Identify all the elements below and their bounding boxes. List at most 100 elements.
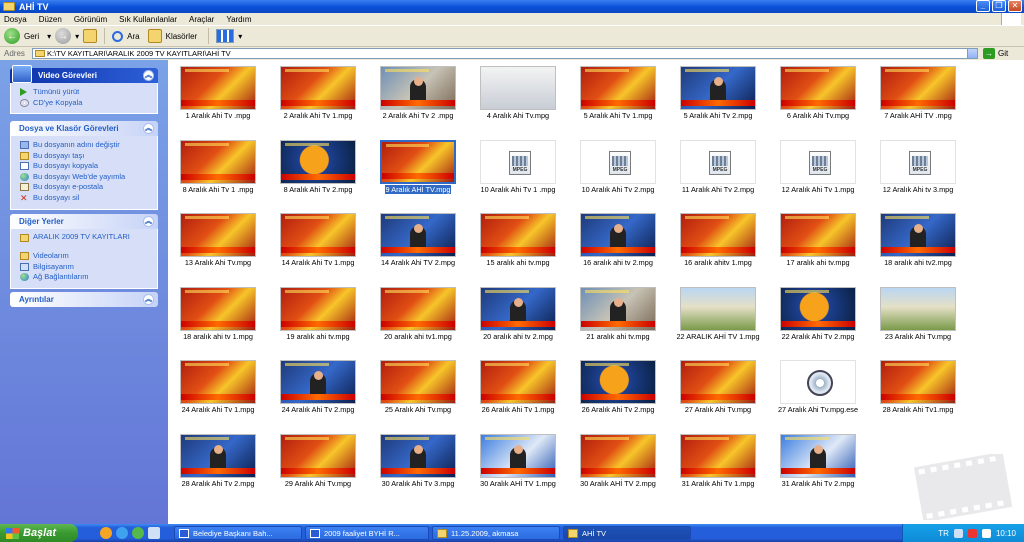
- back-button-label[interactable]: Geri: [24, 32, 39, 41]
- file-item[interactable]: 20 aralık ahi tv1.mpg: [368, 281, 468, 354]
- collapse-chevron-icon[interactable]: ︽: [143, 123, 154, 134]
- taskbar-item-document[interactable]: Belediye Başkanı Bah...: [174, 526, 302, 540]
- views-dropdown-icon[interactable]: ▾: [238, 32, 242, 41]
- folders-button-label[interactable]: Klasörler: [166, 32, 198, 41]
- task-rename[interactable]: Bu dosyanın adını değiştir: [20, 140, 157, 151]
- task-delete[interactable]: ✕ Bu dosyayı sil: [20, 193, 157, 204]
- file-item[interactable]: 24 Aralık Ahi Tv 1.mpg: [168, 354, 268, 427]
- file-item[interactable]: 18 aralık ahi tv2.mpg: [868, 207, 968, 280]
- file-item[interactable]: MPEG 12 Aralık Ahi Tv 1.mpg: [768, 134, 868, 207]
- up-folder-icon[interactable]: [83, 29, 98, 43]
- show-desktop-icon[interactable]: [148, 527, 160, 539]
- language-indicator[interactable]: TR: [938, 529, 949, 538]
- task-copy-to-cd[interactable]: CD'ye Kopyala: [20, 98, 157, 109]
- file-item[interactable]: 8 Aralık Ahi Tv 1 .mpg: [168, 134, 268, 207]
- expand-chevron-icon[interactable]: ︽: [143, 294, 154, 305]
- file-item[interactable]: 18 aralık ahi tv 1.mpg: [168, 281, 268, 354]
- antivirus-tray-icon[interactable]: [967, 528, 977, 538]
- file-item[interactable]: 9 Aralık AHİ TV.mpg: [368, 134, 468, 207]
- start-button[interactable]: Başlat: [0, 524, 78, 542]
- media-player-icon[interactable]: [100, 527, 112, 539]
- file-item[interactable]: 30 Aralık Ahi Tv 3.mpg: [368, 428, 468, 501]
- taskbar-item-ahi-tv[interactable]: AHİ TV: [563, 526, 691, 540]
- file-item[interactable]: MPEG 10 Aralık Ahi Tv 1 .mpg: [468, 134, 568, 207]
- file-item[interactable]: 22 ARALIK AHİ TV 1.mpg: [668, 281, 768, 354]
- file-item[interactable]: 14 Aralık Ahi Tv 1.mpg: [268, 207, 368, 280]
- menu-edit[interactable]: Düzen: [39, 15, 62, 24]
- search-button-label[interactable]: Ara: [127, 32, 139, 41]
- file-item[interactable]: 24 Aralık Ahi Tv 2.mpg: [268, 354, 368, 427]
- task-copy[interactable]: Bu dosyayı kopyala: [20, 161, 157, 172]
- file-item[interactable]: 29 Aralık Ahi Tv.mpg: [268, 428, 368, 501]
- go-button[interactable]: → Git: [983, 48, 1008, 59]
- file-item[interactable]: 1 Aralık Ahi Tv .mpg: [168, 60, 268, 133]
- file-item[interactable]: 14 Aralık Ahi TV 2.mpg: [368, 207, 468, 280]
- taskbar-item-folder[interactable]: 11.25.2009, akmasa: [432, 526, 560, 540]
- place-parent-folder[interactable]: ARALIK 2009 TV KAYITLARI: [20, 232, 140, 251]
- file-item[interactable]: 26 Aralık Ahi Tv 2.mpg: [568, 354, 668, 427]
- file-item[interactable]: 5 Aralık Ahi Tv 1.mpg: [568, 60, 668, 133]
- back-dropdown-icon[interactable]: ▾: [47, 32, 51, 41]
- menu-file[interactable]: Dosya: [4, 15, 27, 24]
- file-item[interactable]: 27 Aralık Ahi Tv.mpg.ese: [768, 354, 868, 427]
- file-item[interactable]: 19 aralık ahi tv.mpg: [268, 281, 368, 354]
- file-item[interactable]: 2 Aralık Ahi Tv 2 .mpg: [368, 60, 468, 133]
- task-email[interactable]: Bu dosyayı e-postala: [20, 182, 157, 193]
- file-item[interactable]: 30 Aralık AHİ TV 1.mpg: [468, 428, 568, 501]
- file-item[interactable]: 21 aralık ahi tv.mpg: [568, 281, 668, 354]
- file-item[interactable]: 4 Aralık Ahi Tv.mpg: [468, 60, 568, 133]
- file-item[interactable]: MPEG 11 Aralık Ahi Tv 2.mpg: [668, 134, 768, 207]
- file-item[interactable]: 23 Aralık Ahi Tv.mpg: [868, 281, 968, 354]
- search-icon[interactable]: [112, 30, 124, 42]
- file-item[interactable]: 17 aralık ahi tv.mpg: [768, 207, 868, 280]
- clock[interactable]: 10:10: [996, 529, 1016, 538]
- file-item[interactable]: 16 aralık ahi tv 2.mpg: [568, 207, 668, 280]
- volume-tray-icon[interactable]: [981, 528, 991, 538]
- file-item[interactable]: 8 Aralık Ahi Tv 2.mpg: [268, 134, 368, 207]
- file-item[interactable]: 2 Aralık Ahi Tv 1.mpg: [268, 60, 368, 133]
- file-item[interactable]: MPEG 12 Aralık Ahi tv 3.mpg: [868, 134, 968, 207]
- file-item[interactable]: 22 Aralık Ahi Tv 2.mpg: [768, 281, 868, 354]
- place-network[interactable]: Ağ Bağlantılarım: [20, 272, 157, 283]
- file-view[interactable]: 1 Aralık Ahi Tv .mpg 2 Aralık Ahi Tv 1.mp…: [168, 60, 1024, 524]
- file-item[interactable]: 25 Aralık Ahi Tv.mpg: [368, 354, 468, 427]
- file-item[interactable]: MPEG 10 Aralık Ahi Tv 2.mpg: [568, 134, 668, 207]
- place-my-videos[interactable]: Videolarım: [20, 251, 157, 262]
- place-my-computer[interactable]: Bilgisayarım: [20, 262, 157, 273]
- details-header[interactable]: Ayrıntılar ︽: [10, 292, 158, 307]
- forward-button[interactable]: →: [55, 28, 72, 44]
- taskbar-item-report[interactable]: 2009 faaliyet BYHİ R...: [305, 526, 429, 540]
- task-publish-web[interactable]: Bu dosyayı Web'de yayımla: [20, 172, 157, 183]
- menu-help[interactable]: Yardım: [226, 15, 251, 24]
- file-item[interactable]: 28 Aralık Ahi Tv1.mpg: [868, 354, 968, 427]
- video-tasks-header[interactable]: Video Görevleri ︽: [10, 65, 158, 83]
- folders-icon[interactable]: [147, 29, 162, 43]
- task-move[interactable]: Bu dosyayı taşı: [20, 151, 157, 162]
- file-tasks-header[interactable]: Dosya ve Klasör Görevleri ︽: [10, 121, 158, 136]
- file-item[interactable]: 26 Aralık Ahi Tv 1.mpg: [468, 354, 568, 427]
- other-places-header[interactable]: Diğer Yerler ︽: [10, 214, 158, 229]
- menu-favorites[interactable]: Sık Kullanılanlar: [119, 15, 177, 24]
- file-item[interactable]: 31 Aralık Ahi Tv 1.mpg: [668, 428, 768, 501]
- file-item[interactable]: 16 aralık ahitv 1.mpg: [668, 207, 768, 280]
- collapse-chevron-icon[interactable]: ︽: [143, 70, 154, 81]
- network-tray-icon[interactable]: [953, 528, 963, 538]
- minimize-button[interactable]: _: [976, 0, 990, 12]
- title-bar[interactable]: AHİ TV _ ❐ ✕: [0, 0, 1024, 13]
- back-arrow-icon[interactable]: ←: [4, 28, 20, 44]
- address-field[interactable]: K:\TV KAYITLARI\ARALIK 2009 TV KAYITLARI…: [32, 48, 978, 59]
- file-item[interactable]: 6 Aralık Ahi Tv.mpg: [768, 60, 868, 133]
- address-dropdown-icon[interactable]: [967, 49, 977, 58]
- task-play-all[interactable]: Tümünü yürüt: [20, 87, 157, 98]
- messenger-icon[interactable]: [132, 527, 144, 539]
- file-item[interactable]: 13 Aralık Ahi Tv.mpg: [168, 207, 268, 280]
- file-item[interactable]: 15 aralık ahi tv.mpg: [468, 207, 568, 280]
- file-item[interactable]: 28 Aralık Ahi Tv 2.mpg: [168, 428, 268, 501]
- file-item[interactable]: 30 Aralık AHİ TV 2.mpg: [568, 428, 668, 501]
- menu-view[interactable]: Görünüm: [74, 15, 107, 24]
- internet-explorer-icon[interactable]: [116, 527, 128, 539]
- file-item[interactable]: 7 Aralık AHİ TV .mpg: [868, 60, 968, 133]
- forward-dropdown-icon[interactable]: ▾: [75, 32, 79, 41]
- file-item[interactable]: 27 Aralık Ahi Tv.mpg: [668, 354, 768, 427]
- file-item[interactable]: 5 Aralık Ahi Tv 2.mpg: [668, 60, 768, 133]
